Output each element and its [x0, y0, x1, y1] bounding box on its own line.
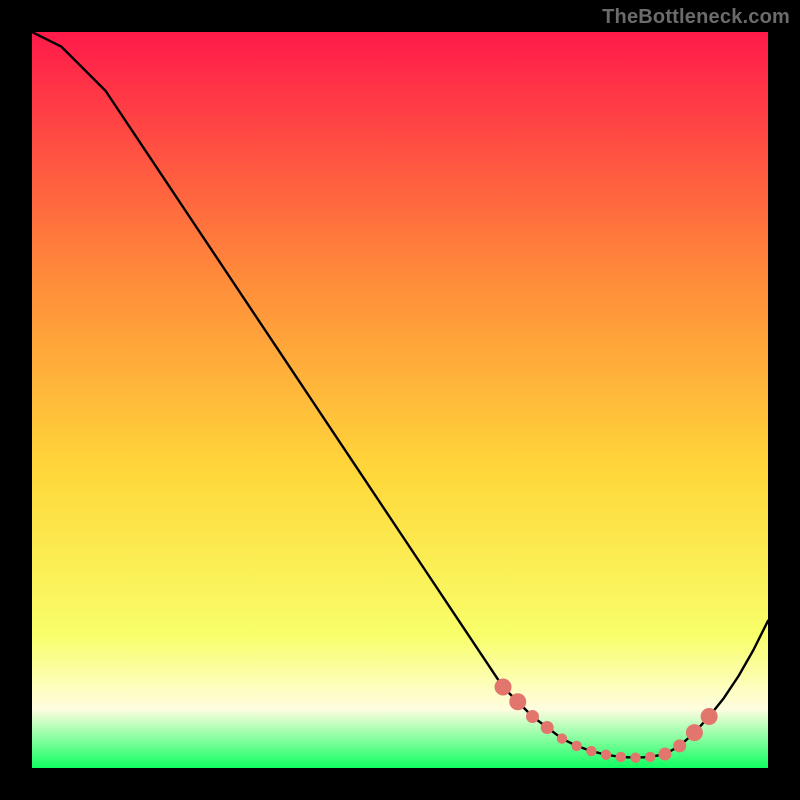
marker-dot — [571, 741, 581, 751]
marker-dot — [658, 748, 671, 761]
marker-dot — [616, 752, 626, 762]
marker-dot — [526, 710, 539, 723]
marker-dot — [509, 693, 526, 710]
outer-frame: TheBottleneck.com — [0, 0, 800, 800]
gradient-background — [32, 32, 768, 768]
marker-dot — [686, 724, 703, 741]
marker-dot — [645, 752, 655, 762]
marker-dot — [701, 708, 718, 725]
watermark-text: TheBottleneck.com — [602, 6, 790, 29]
marker-dot — [541, 721, 554, 734]
marker-dot — [630, 753, 640, 763]
marker-dot — [495, 679, 512, 696]
marker-dot — [557, 733, 567, 743]
marker-dot — [601, 750, 611, 760]
chart-svg — [32, 32, 768, 768]
marker-dot — [673, 739, 686, 752]
plot-area — [32, 32, 768, 768]
marker-dot — [586, 746, 596, 756]
